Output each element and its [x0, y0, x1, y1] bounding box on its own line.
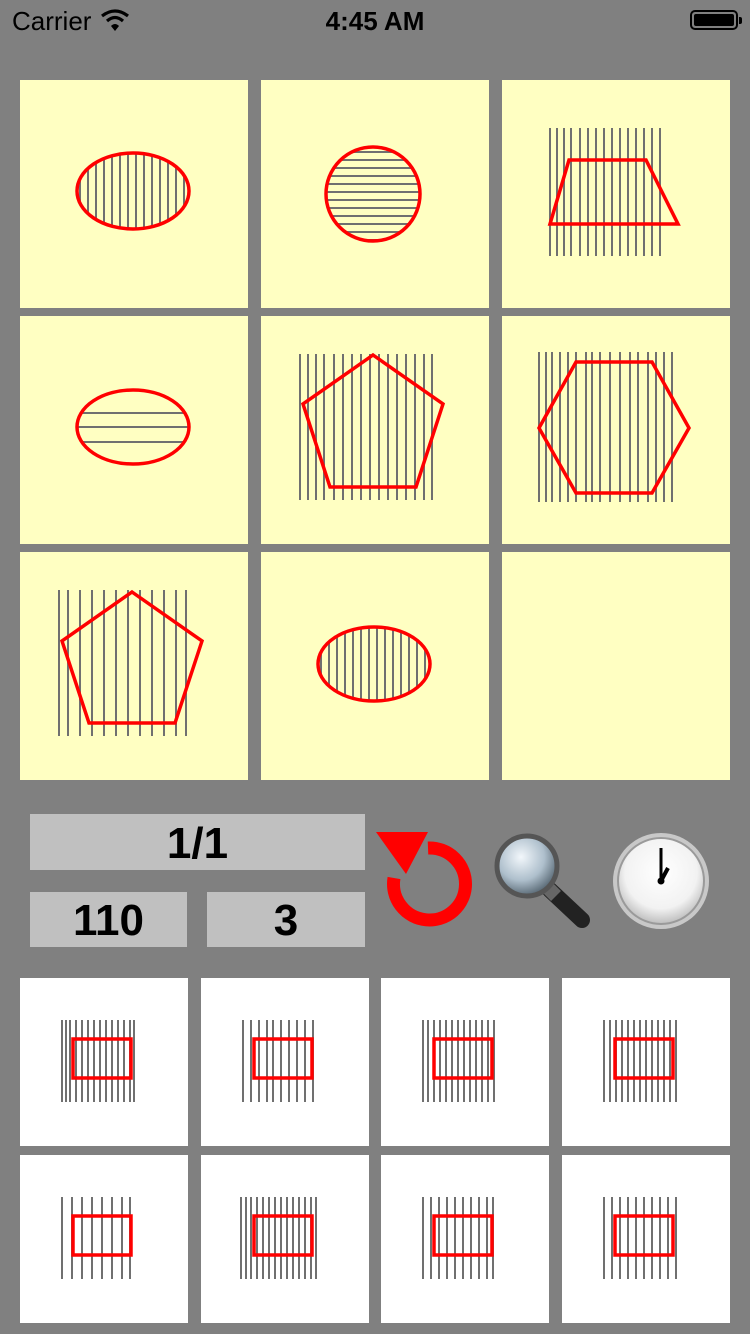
board-tile-4[interactable] [20, 316, 248, 544]
piece-1[interactable] [20, 978, 188, 1146]
circle-horizontal-hatch-icon [324, 145, 422, 243]
piece-6[interactable] [201, 1155, 369, 1323]
board-tile-7[interactable] [20, 552, 248, 780]
rectangle-vertical-hatch-icon [61, 1197, 133, 1279]
piece-8[interactable] [562, 1155, 730, 1323]
status-bar: Carrier 4:45 AM [0, 0, 750, 40]
clock-icon[interactable] [610, 830, 712, 932]
ellipse-vertical-hatch-icon [316, 625, 432, 703]
ellipse-horizontal-hatch-icon [75, 388, 191, 466]
circular-arrow-icon[interactable] [372, 826, 484, 930]
board-tile-1[interactable] [20, 80, 248, 308]
clock-time: 4:45 AM [325, 6, 425, 36]
piece-3[interactable] [381, 978, 549, 1146]
board-tile-3[interactable] [502, 80, 730, 308]
rectangle-vertical-hatch-icon [242, 1020, 314, 1102]
board-tile-8[interactable] [261, 552, 489, 780]
piece-5[interactable] [20, 1155, 188, 1323]
pentagon-vertical-hatch-icon [299, 352, 446, 500]
board-tile-5[interactable] [261, 316, 489, 544]
rectangle-vertical-hatch-icon [61, 1020, 135, 1102]
rectangle-vertical-hatch-icon [422, 1020, 495, 1102]
rectangle-vertical-hatch-icon [603, 1197, 677, 1279]
trapezoid-vertical-hatch-icon [547, 128, 681, 256]
board-tile-6[interactable] [502, 316, 730, 544]
magnifier-icon[interactable] [490, 830, 594, 930]
rectangle-vertical-hatch-icon [422, 1197, 494, 1279]
board-tile-9-empty[interactable] [502, 552, 730, 780]
pentagon-vertical-hatch-icon [58, 589, 205, 736]
progress-display: 1/1 [30, 814, 365, 870]
board-tile-2[interactable] [261, 80, 489, 308]
rectangle-vertical-hatch-icon [603, 1020, 677, 1102]
score-display: 110 [30, 892, 187, 947]
battery-icon [690, 10, 742, 30]
ellipse-vertical-hatch-icon [75, 151, 191, 231]
piece-2[interactable] [201, 978, 369, 1146]
piece-7[interactable] [381, 1155, 549, 1323]
piece-4[interactable] [562, 978, 730, 1146]
hexagon-vertical-hatch-icon [536, 352, 692, 502]
count-display: 3 [207, 892, 365, 947]
rectangle-vertical-hatch-icon [240, 1197, 317, 1279]
